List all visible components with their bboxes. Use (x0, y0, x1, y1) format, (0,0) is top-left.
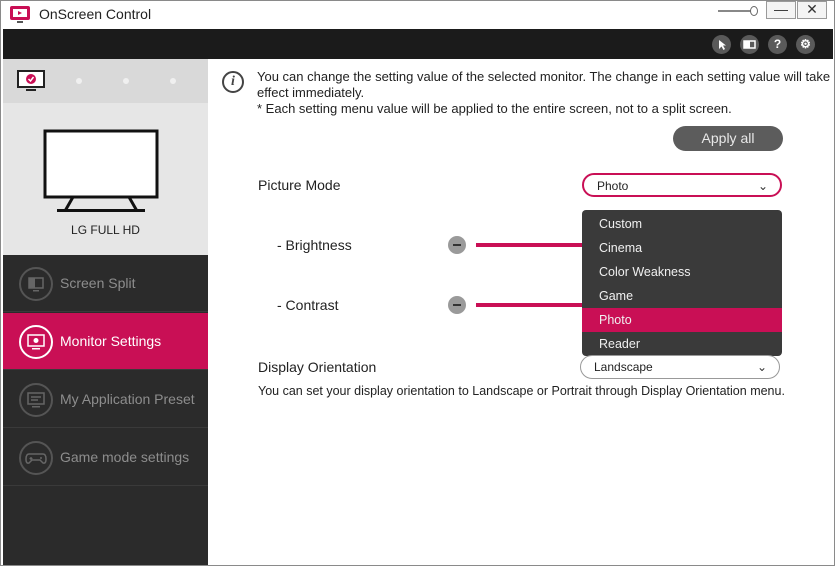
screen-split-icon (19, 267, 53, 301)
gear-icon[interactable]: ⚙ (796, 35, 815, 54)
nav-label: Screen Split (60, 275, 136, 291)
contrast-slider[interactable] (476, 303, 584, 307)
nav-game-mode-settings[interactable]: Game mode settings (3, 429, 208, 486)
nav-my-application-preset[interactable]: My Application Preset (3, 371, 208, 428)
monitor-name: LG FULL HD (71, 223, 140, 237)
info-line-1: You can change the setting value of the … (257, 69, 831, 100)
monitor-tab-1[interactable] (15, 69, 47, 95)
picture-mode-dropdown: Custom Cinema Color Weakness Game Photo … (582, 210, 782, 356)
option-cinema[interactable]: Cinema (582, 236, 782, 260)
option-color-weakness[interactable]: Color Weakness (582, 260, 782, 284)
app-window: OnScreen Control — ✕ ? ⚙ LG FULL HD Scre… (0, 0, 835, 566)
monitor-toggle-icon[interactable] (740, 35, 759, 54)
gamepad-icon (19, 441, 53, 475)
monitor-tab-4[interactable] (170, 78, 176, 84)
monitor-tab-3[interactable] (123, 78, 129, 84)
cursor-icon[interactable] (712, 35, 731, 54)
info-line-2: * Each setting menu value will be applie… (257, 101, 732, 116)
transparency-slider[interactable] (718, 6, 758, 16)
application-preset-icon (19, 383, 53, 417)
app-logo-icon (9, 5, 31, 25)
chevron-down-icon: ⌄ (756, 360, 767, 374)
help-icon[interactable]: ? (768, 35, 787, 54)
nav-label: My Application Preset (60, 391, 195, 407)
monitor-settings-panel: i You can change the setting value of th… (208, 59, 834, 565)
display-orientation-select[interactable]: Landscape ⌄ (580, 355, 780, 379)
monitor-tab-2[interactable] (76, 78, 82, 84)
close-button[interactable]: ✕ (797, 1, 827, 19)
nav-screen-split[interactable]: Screen Split (3, 255, 208, 312)
apply-all-button[interactable]: Apply all (673, 126, 783, 151)
brightness-decrease-button[interactable] (448, 236, 466, 254)
picture-mode-select[interactable]: Photo ⌄ (582, 173, 782, 197)
info-icon: i (222, 71, 244, 93)
contrast-decrease-button[interactable] (448, 296, 466, 314)
display-orientation-label: Display Orientation (258, 359, 377, 375)
nav-monitor-settings[interactable]: Monitor Settings (3, 313, 208, 370)
picture-mode-value: Photo (597, 179, 629, 193)
brightness-slider[interactable] (476, 243, 584, 247)
option-game[interactable]: Game (582, 284, 782, 308)
orientation-value: Landscape (594, 360, 653, 374)
title-bar: OnScreen Control — ✕ (1, 1, 834, 29)
minimize-button[interactable]: — (766, 1, 796, 19)
monitor-settings-icon (19, 325, 53, 359)
chevron-down-icon: ⌄ (757, 179, 768, 193)
nav-label: Monitor Settings (60, 333, 162, 349)
monitor-image (43, 129, 159, 212)
brightness-label: - Brightness (277, 237, 352, 253)
option-reader[interactable]: Reader (582, 332, 782, 356)
info-text: You can change the setting value of the … (257, 69, 832, 117)
picture-mode-label: Picture Mode (258, 177, 341, 193)
nav-label: Game mode settings (60, 449, 190, 465)
contrast-label: - Contrast (277, 297, 339, 313)
option-custom[interactable]: Custom (582, 212, 782, 236)
orientation-note: You can set your display orientation to … (258, 384, 785, 398)
monitor-preview: LG FULL HD (3, 103, 208, 255)
top-toolbar: ? ⚙ (3, 29, 833, 59)
option-photo[interactable]: Photo (582, 308, 782, 332)
window-title: OnScreen Control (39, 6, 152, 22)
sidebar: LG FULL HD Screen Split Monitor Settings… (3, 59, 208, 565)
monitor-selector (3, 59, 208, 103)
slider-knob[interactable] (750, 6, 758, 16)
